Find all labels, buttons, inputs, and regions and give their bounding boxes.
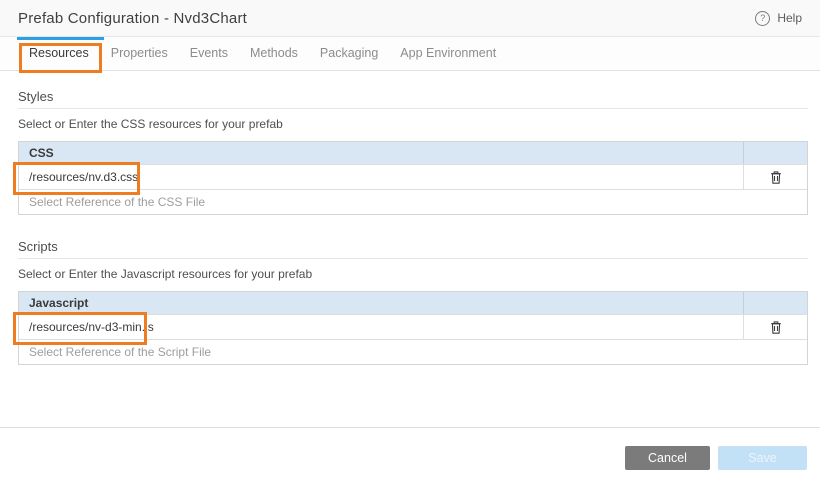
scripts-section-heading: Scripts — [18, 239, 808, 259]
tab-resources[interactable]: Resources — [18, 37, 100, 70]
css-resource-value[interactable]: /resources/nv.d3.css — [19, 165, 743, 189]
tab-label: App Environment — [400, 46, 496, 60]
script-row-actions-cell — [743, 315, 807, 339]
footer-bar: Cancel Save — [0, 427, 820, 487]
titlebar: Prefab Configuration - Nvd3Chart ? Help — [0, 0, 820, 37]
styles-section-heading: Styles — [18, 89, 808, 109]
help-button[interactable]: ? Help — [755, 11, 802, 26]
css-table-header-row: CSS — [19, 142, 807, 164]
css-row-actions-cell — [743, 165, 807, 189]
css-resources-table: CSS /resources/nv.d3.css — [18, 141, 808, 215]
page-title: Prefab Configuration - Nvd3Chart — [18, 10, 247, 27]
tab-label: Resources — [29, 46, 89, 60]
active-tab-indicator — [17, 37, 104, 40]
tab-label: Methods — [250, 46, 298, 60]
css-actions-column-header — [743, 142, 807, 164]
css-resource-path: /resources/nv.d3.css — [29, 170, 138, 184]
cancel-button[interactable]: Cancel — [625, 446, 710, 470]
scripts-section-description: Select or Enter the Javascript resources… — [18, 267, 808, 281]
tab-app-environment[interactable]: App Environment — [389, 37, 507, 70]
styles-section-description: Select or Enter the CSS resources for yo… — [18, 117, 808, 131]
save-button[interactable]: Save — [718, 446, 807, 470]
script-file-select-placeholder[interactable]: Select Reference of the Script File — [19, 339, 807, 364]
tab-label: Events — [190, 46, 228, 60]
resources-panel: Styles Select or Enter the CSS resources… — [0, 89, 820, 365]
tab-properties[interactable]: Properties — [100, 37, 179, 70]
tab-label: Properties — [111, 46, 168, 60]
delete-script-resource-button[interactable] — [766, 318, 786, 336]
help-label: Help — [777, 11, 802, 25]
table-row: /resources/nv-d3-min.js — [19, 314, 807, 339]
javascript-column-header: Javascript — [19, 292, 743, 314]
css-column-header: CSS — [19, 142, 743, 164]
tab-events[interactable]: Events — [179, 37, 239, 70]
delete-css-resource-button[interactable] — [766, 168, 786, 186]
script-actions-column-header — [743, 292, 807, 314]
css-file-select-placeholder[interactable]: Select Reference of the CSS File — [19, 189, 807, 214]
trash-icon — [769, 170, 783, 185]
tabbar: Resources Properties Events Methods Pack… — [0, 37, 820, 71]
tab-label: Packaging — [320, 46, 378, 60]
table-row: /resources/nv.d3.css — [19, 164, 807, 189]
trash-icon — [769, 320, 783, 335]
help-icon: ? — [755, 11, 770, 26]
tab-methods[interactable]: Methods — [239, 37, 309, 70]
script-resource-value[interactable]: /resources/nv-d3-min.js — [19, 315, 743, 339]
script-resources-table: Javascript /resources/nv-d3-min.js — [18, 291, 808, 365]
script-table-header-row: Javascript — [19, 292, 807, 314]
tab-packaging[interactable]: Packaging — [309, 37, 389, 70]
script-resource-path: /resources/nv-d3-min.js — [29, 320, 154, 334]
